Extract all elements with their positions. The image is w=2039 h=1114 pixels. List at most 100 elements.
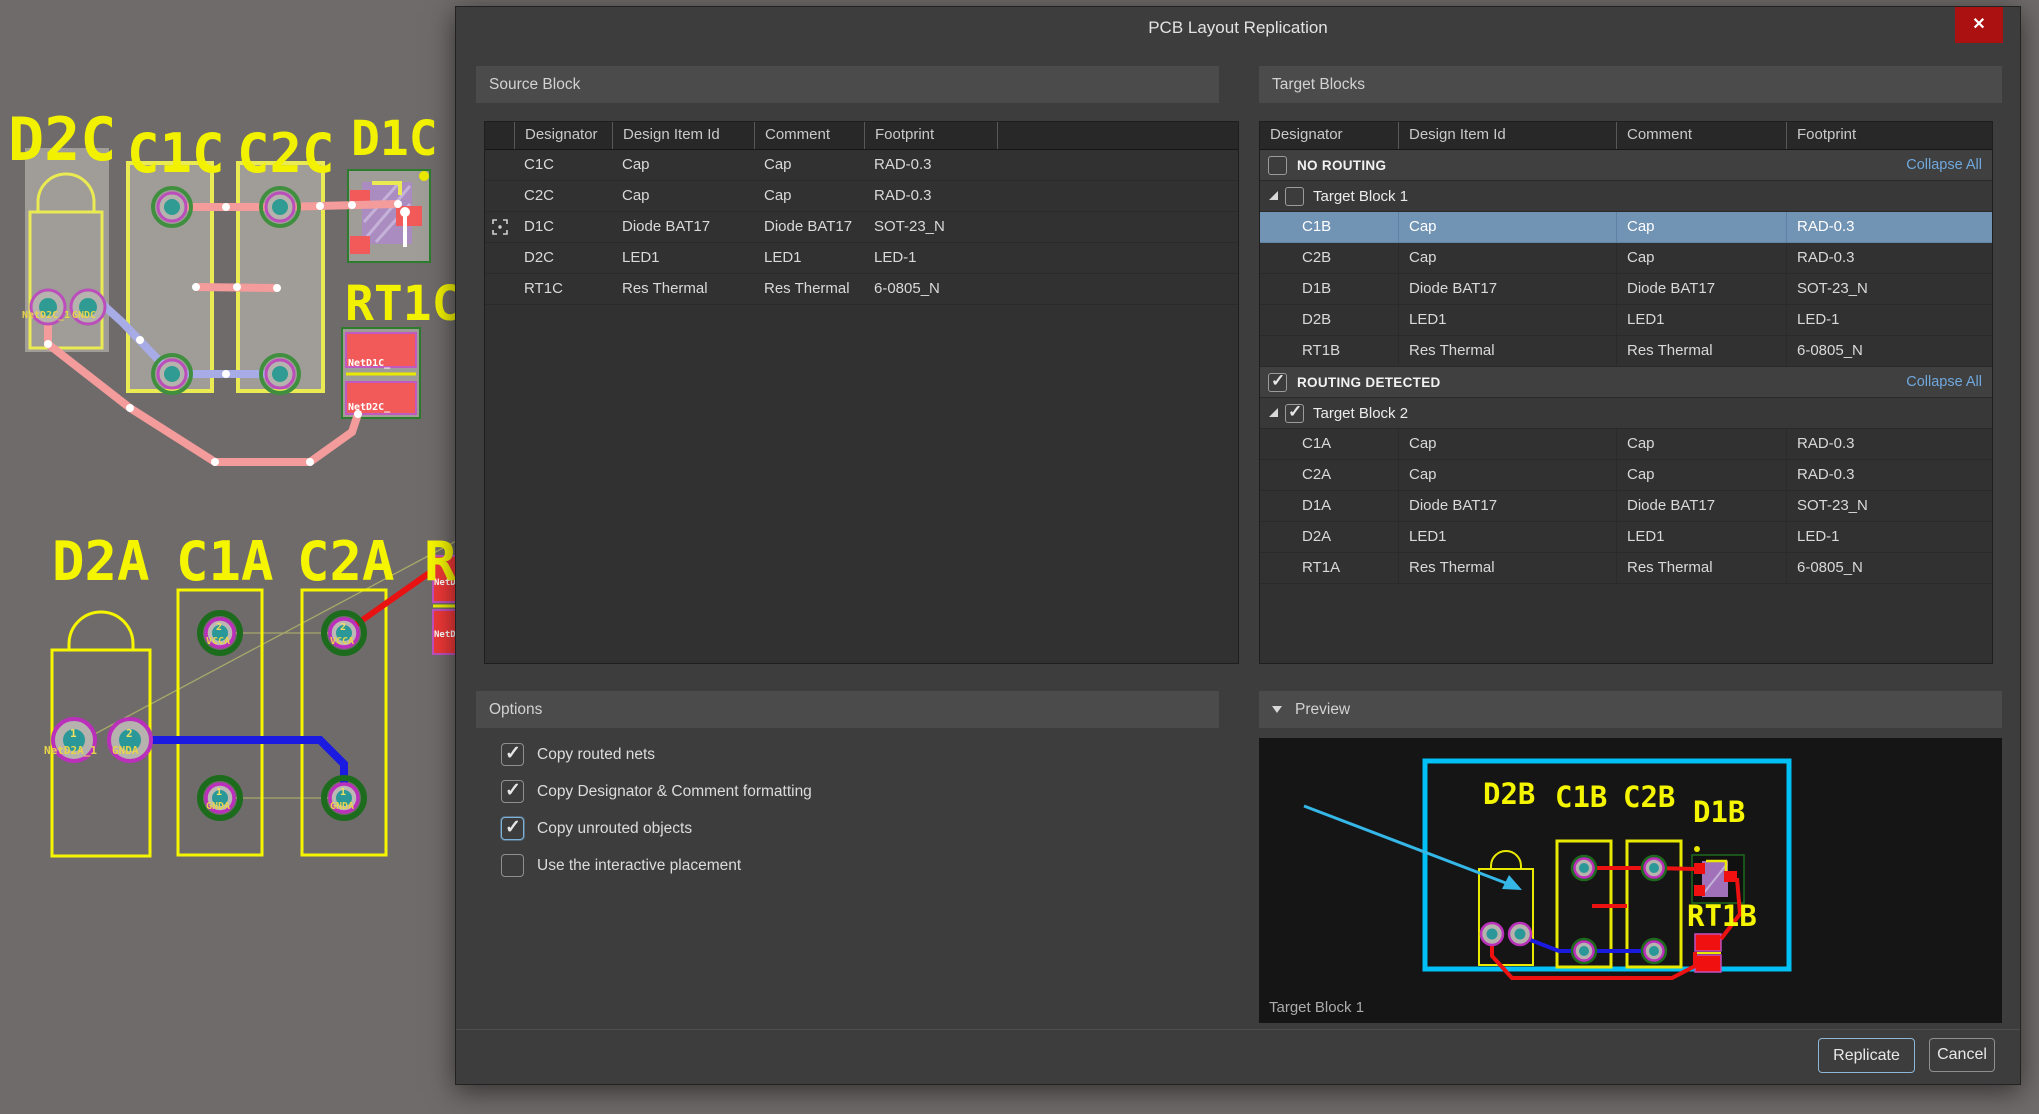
table-row[interactable]: D1C Diode BAT17 Diode BAT17 SOT-23_N [485,212,1238,243]
table-row[interactable]: C2B Cap Cap RAD-0.3 [1260,243,1992,274]
pad-number: 2 [126,727,133,740]
block-row-target-block-2[interactable]: Target Block 2 [1260,398,1992,429]
table-row[interactable]: RT1A Res Thermal Res Thermal 6-0805_N [1260,553,1992,584]
preview-rt1b-component [1695,934,1721,972]
net-label: GNDC [72,310,96,321]
collapse-preview-icon[interactable] [1272,706,1282,713]
checkbox[interactable] [501,854,524,877]
expand-collapse-icon[interactable] [1269,408,1279,418]
table-row[interactable]: C2C Cap Cap RAD-0.3 [485,181,1238,212]
block-checkbox[interactable] [1285,187,1304,206]
table-row[interactable]: D1A Diode BAT17 Diode BAT17 SOT-23_N [1260,491,1992,522]
preview-caption: Target Block 1 [1269,999,1364,1016]
col-designator[interactable]: Designator [514,122,612,149]
silkscreen-label: C1A [176,530,274,593]
option-copy-formatting[interactable]: Copy Designator & Comment formatting [501,780,812,803]
preview-header[interactable]: Preview [1259,691,2002,728]
net-label: GNDA [330,801,354,812]
group-row-no-routing[interactable]: NO ROUTING Collapse All [1260,150,1992,181]
silkscreen-label: D2C [8,105,116,175]
pcb-rt1c-component: NetD1C_ NetD2C_ [342,328,420,418]
pcb-d1c-component [348,170,430,262]
table-row-selected[interactable]: C1B Cap Cap RAD-0.3 [1260,212,1992,243]
pad-number: 1 [70,727,77,740]
col-footprint[interactable]: Footprint [864,122,997,149]
pad-number: 1 [340,787,346,798]
table-row[interactable]: C1A Cap Cap RAD-0.3 [1260,429,1992,460]
expand-collapse-icon[interactable] [1269,191,1279,201]
dialog-title: PCB Layout Replication [456,7,2020,49]
collapse-all-link[interactable]: Collapse All [1906,157,1982,173]
block-row-target-block-1[interactable]: Target Block 1 [1260,181,1992,212]
block-checkbox[interactable] [1285,404,1304,423]
table-row[interactable]: RT1C Res Thermal Res Thermal 6-0805_N [485,274,1238,305]
net-label: VCCA [206,636,230,647]
net-label: NetD2C_ [348,402,391,413]
options-header: Options [476,691,1219,728]
silkscreen-label: C2C [237,122,335,185]
preview-label: D2B [1483,777,1535,811]
collapse-all-link[interactable]: Collapse All [1906,374,1982,390]
col-designator[interactable]: Designator [1260,122,1398,149]
silkscreen-label: C2A [297,530,395,593]
col-comment[interactable]: Comment [1616,122,1786,149]
source-table-header: Designator Design Item Id Comment Footpr… [485,122,1238,150]
checkbox[interactable] [501,780,524,803]
replicate-button[interactable]: Replicate [1818,1038,1915,1073]
net-label: GNDA [206,801,230,812]
table-row[interactable]: D2C LED1 LED1 LED-1 [485,243,1238,274]
preview-label: C1B [1555,780,1607,814]
table-row[interactable]: C2A Cap Cap RAD-0.3 [1260,460,1992,491]
pcb-editor-background: NetD1C_ NetD2C_ D2C C1C C2C [0,0,462,1114]
table-row[interactable]: D2B LED1 LED1 LED-1 [1260,305,1992,336]
silkscreen-label: D2A [52,530,150,593]
pad-number: 2 [340,622,346,633]
option-copy-unrouted-objects[interactable]: Copy unrouted objects [501,817,692,840]
pcb-target-block-graphic: NetD1A NetD2A 1 2 NetD2A_1 GNDA 2 VCCA 1… [44,530,462,856]
cancel-button[interactable]: Cancel [1929,1038,1995,1072]
silkscreen-label: RT1C [345,276,461,332]
col-footprint[interactable]: Footprint [1786,122,1992,149]
net-label: NetD2C_1 [22,310,70,321]
option-interactive-placement[interactable]: Use the interactive placement [501,854,741,877]
option-copy-routed-nets[interactable]: Copy routed nets [501,743,655,766]
pointer-arrow-icon [1304,806,1522,890]
preview-pcb-graphic: D2B C1B C2B D1B RT1B [1259,738,2002,1023]
table-row[interactable]: D2A LED1 LED1 LED-1 [1260,522,1992,553]
table-row[interactable]: C1C Cap Cap RAD-0.3 [485,150,1238,181]
dialog-titlebar[interactable]: PCB Layout Replication ✕ [456,7,2020,51]
col-design-item-id[interactable]: Design Item Id [612,122,754,149]
col-comment[interactable]: Comment [754,122,864,149]
crosshair-icon [492,219,508,235]
net-label: GNDA [112,744,139,757]
preview-canvas: D2B C1B C2B D1B RT1B Target Block 1 [1259,738,2002,1023]
source-block-table: Designator Design Item Id Comment Footpr… [484,121,1239,664]
preview-label: D1B [1693,795,1745,829]
group-checkbox[interactable] [1268,373,1287,392]
net-label: VCCA [330,636,354,647]
group-checkbox[interactable] [1268,156,1287,175]
preview-label: C2B [1623,780,1675,814]
preview-label: RT1B [1687,899,1757,933]
target-blocks-table: Designator Design Item Id Comment Footpr… [1259,121,1993,664]
close-button[interactable]: ✕ [1955,7,2003,43]
table-row[interactable]: RT1B Res Thermal Res Thermal 6-0805_N [1260,336,1992,367]
close-icon: ✕ [1972,16,1985,33]
silkscreen-label: R [424,530,457,593]
preview-d1b-component [1692,846,1744,903]
footer-divider [456,1029,2020,1030]
silkscreen-label: D1C [351,111,438,167]
preview-pads [1481,856,1666,963]
net-label: NetD2A_1 [44,744,97,757]
checkbox[interactable] [501,743,524,766]
checkbox[interactable] [501,817,524,840]
col-design-item-id[interactable]: Design Item Id [1398,122,1616,149]
pcb-layout-replication-dialog: PCB Layout Replication ✕ Source Block Ta… [455,6,2021,1085]
group-row-routing-detected[interactable]: ROUTING DETECTED Collapse All [1260,367,1992,398]
silkscreen-label: C1C [127,122,225,185]
table-row[interactable]: D1B Diode BAT17 Diode BAT17 SOT-23_N [1260,274,1992,305]
pad-number: 1 [216,787,222,798]
pad-number: 2 [216,622,222,633]
target-table-header: Designator Design Item Id Comment Footpr… [1260,122,1992,150]
source-block-header: Source Block [476,66,1219,103]
